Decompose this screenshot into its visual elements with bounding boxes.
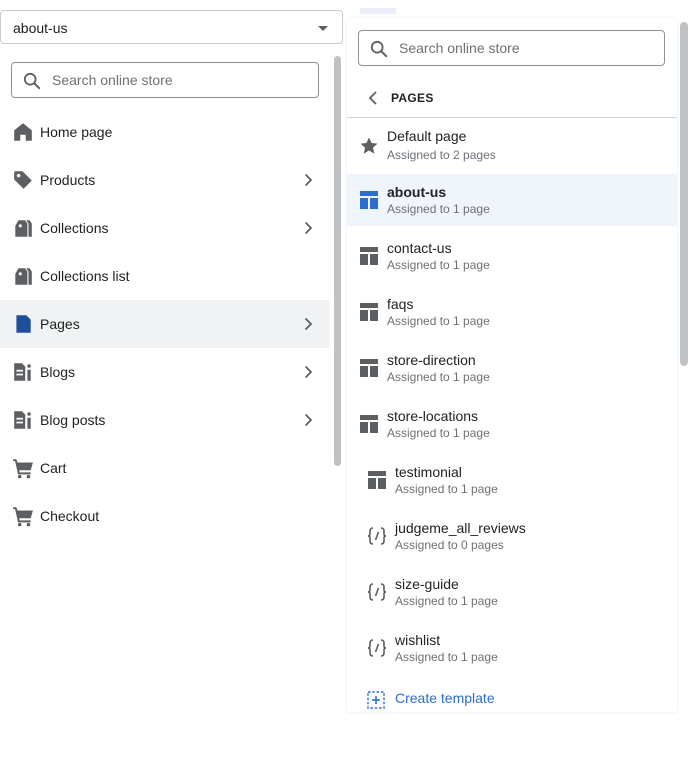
nav-item-pages[interactable]: Pages <box>0 300 330 348</box>
template-item-judgeme-all-reviews[interactable]: judgeme_all_reviews Assigned to 0 pages <box>347 510 677 562</box>
template-name: store-direction <box>387 352 476 368</box>
template-item-default-page[interactable]: Default page Assigned to 2 pages <box>347 120 677 172</box>
layout-icon <box>360 303 378 321</box>
code-icon <box>367 583 387 601</box>
chevron-right-icon <box>304 317 313 331</box>
nav-item-checkout[interactable]: Checkout <box>0 492 330 540</box>
nav-item-home-page[interactable]: Home page <box>0 108 330 156</box>
background-fragment <box>360 8 396 14</box>
template-assigned: Assigned to 1 page <box>387 370 490 384</box>
cart-icon <box>13 507 33 527</box>
nav-item-label: Cart <box>40 460 67 476</box>
template-name: about-us <box>387 184 447 200</box>
template-item-wishlist[interactable]: wishlist Assigned to 1 page <box>347 622 677 674</box>
template-item-store-direction[interactable]: store-direction Assigned to 1 page <box>347 342 677 394</box>
chevron-right-icon <box>304 221 313 235</box>
template-name: store-locations <box>387 408 479 424</box>
nav-item-label: Collections list <box>40 268 130 284</box>
template-item-about-us[interactable]: about-us Assigned to 1 page <box>347 174 677 226</box>
chevron-right-icon <box>304 365 313 379</box>
collections-icon <box>15 220 32 237</box>
pages-template-panel: PAGES Default page Assigned to 2 pages a… <box>347 18 677 712</box>
left-navigation-panel: about-us Home page Products Collections … <box>0 0 345 550</box>
template-assigned: Assigned to 1 page <box>387 314 490 328</box>
nav-item-label: Checkout <box>40 508 100 524</box>
chevron-right-icon <box>304 173 313 187</box>
left-nav-list: Home page Products Collections Collectio… <box>0 108 330 540</box>
template-item-faqs[interactable]: faqs Assigned to 1 page <box>347 286 677 338</box>
template-item-size-guide[interactable]: size-guide Assigned to 1 page <box>347 566 677 618</box>
template-name: judgeme_all_reviews <box>395 520 526 536</box>
search-icon <box>370 40 388 58</box>
nav-item-cart[interactable]: Cart <box>0 444 330 492</box>
nav-item-blog-posts[interactable]: Blog posts <box>0 396 330 444</box>
template-select-value: about-us <box>13 20 68 36</box>
template-name: Default page <box>387 128 467 144</box>
left-scrollbar[interactable] <box>334 56 341 466</box>
right-search-input[interactable] <box>399 31 639 65</box>
add-template-icon <box>367 691 385 709</box>
template-name: size-guide <box>395 576 459 592</box>
caret-down-icon <box>318 26 328 31</box>
layout-icon <box>360 247 378 265</box>
template-name: wishlist <box>395 632 441 648</box>
template-assigned: Assigned to 1 page <box>395 650 498 664</box>
code-icon <box>367 639 387 657</box>
collections-icon <box>15 268 32 285</box>
nav-item-label: Collections <box>40 220 109 236</box>
nav-item-products[interactable]: Products <box>0 156 330 204</box>
divider <box>347 117 677 118</box>
nav-item-blogs[interactable]: Blogs <box>0 348 330 396</box>
chevron-right-icon <box>304 413 313 427</box>
pages-header: PAGES <box>347 80 677 116</box>
nav-item-label: Home page <box>40 124 113 140</box>
template-assigned: Assigned to 2 pages <box>387 148 496 162</box>
template-item-testimonial[interactable]: testimonial Assigned to 1 page <box>347 454 677 506</box>
create-template-label: Create template <box>395 690 495 706</box>
tag-icon <box>14 171 32 189</box>
star-icon <box>360 137 378 154</box>
cart-icon <box>13 459 33 479</box>
chevron-left-icon[interactable] <box>367 90 379 106</box>
nav-item-label: Blogs <box>40 364 76 380</box>
template-assigned: Assigned to 1 page <box>387 202 490 216</box>
template-assigned: Assigned to 1 page <box>387 258 490 272</box>
template-item-store-locations[interactable]: store-locations Assigned to 1 page <box>347 398 677 450</box>
nav-item-label: Products <box>40 172 96 188</box>
right-search-box[interactable] <box>358 30 665 66</box>
layout-icon <box>360 415 378 433</box>
template-name: testimonial <box>395 464 462 480</box>
code-icon <box>367 527 387 545</box>
nav-item-label: Pages <box>40 316 80 332</box>
template-name: contact-us <box>387 240 452 256</box>
template-name: faqs <box>387 296 414 312</box>
blog-icon <box>14 363 31 381</box>
left-search-input[interactable] <box>52 63 292 97</box>
template-assigned: Assigned to 0 pages <box>395 538 504 552</box>
layout-icon <box>360 359 378 377</box>
create-template-button[interactable]: Create template <box>347 685 677 715</box>
search-icon <box>23 72 41 90</box>
layout-icon <box>368 471 386 489</box>
nav-item-label: Blog posts <box>40 412 106 428</box>
left-search-box[interactable] <box>11 62 319 98</box>
blog-icon <box>14 411 31 429</box>
pages-header-title: PAGES <box>391 91 434 105</box>
page-icon <box>16 315 31 333</box>
home-icon <box>14 123 32 141</box>
template-assigned: Assigned to 1 page <box>395 482 498 496</box>
right-scrollbar[interactable] <box>680 22 688 366</box>
template-select[interactable]: about-us <box>0 10 343 44</box>
template-assigned: Assigned to 1 page <box>395 594 498 608</box>
template-item-contact-us[interactable]: contact-us Assigned to 1 page <box>347 230 677 282</box>
nav-item-collections[interactable]: Collections <box>0 204 330 252</box>
template-assigned: Assigned to 1 page <box>387 426 490 440</box>
nav-item-collections-list[interactable]: Collections list <box>0 252 330 300</box>
layout-icon <box>360 191 378 209</box>
